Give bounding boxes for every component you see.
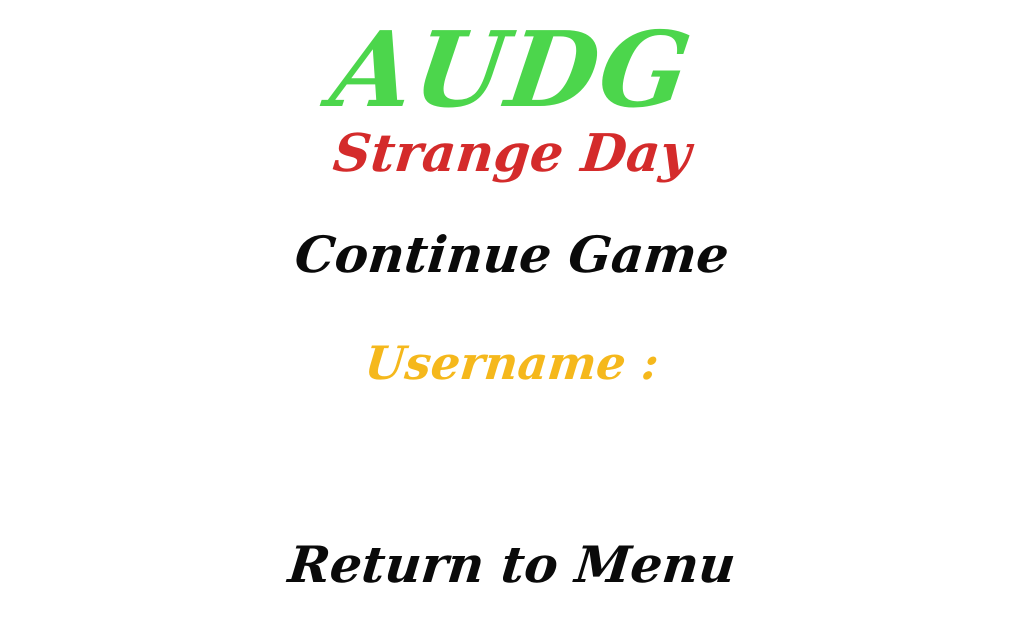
continue-game-button[interactable]: Continue Game	[0, 225, 1024, 284]
username-label: Username :	[362, 336, 662, 390]
game-logo-title: AUDG	[324, 8, 700, 131]
game-screen: AUDG Strange Day Continue Game Username …	[0, 0, 1024, 640]
username-input[interactable]	[400, 420, 628, 474]
game-logo-subtitle: Strange Day	[330, 123, 694, 184]
return-to-menu-button[interactable]: Return to Menu	[0, 535, 1024, 594]
